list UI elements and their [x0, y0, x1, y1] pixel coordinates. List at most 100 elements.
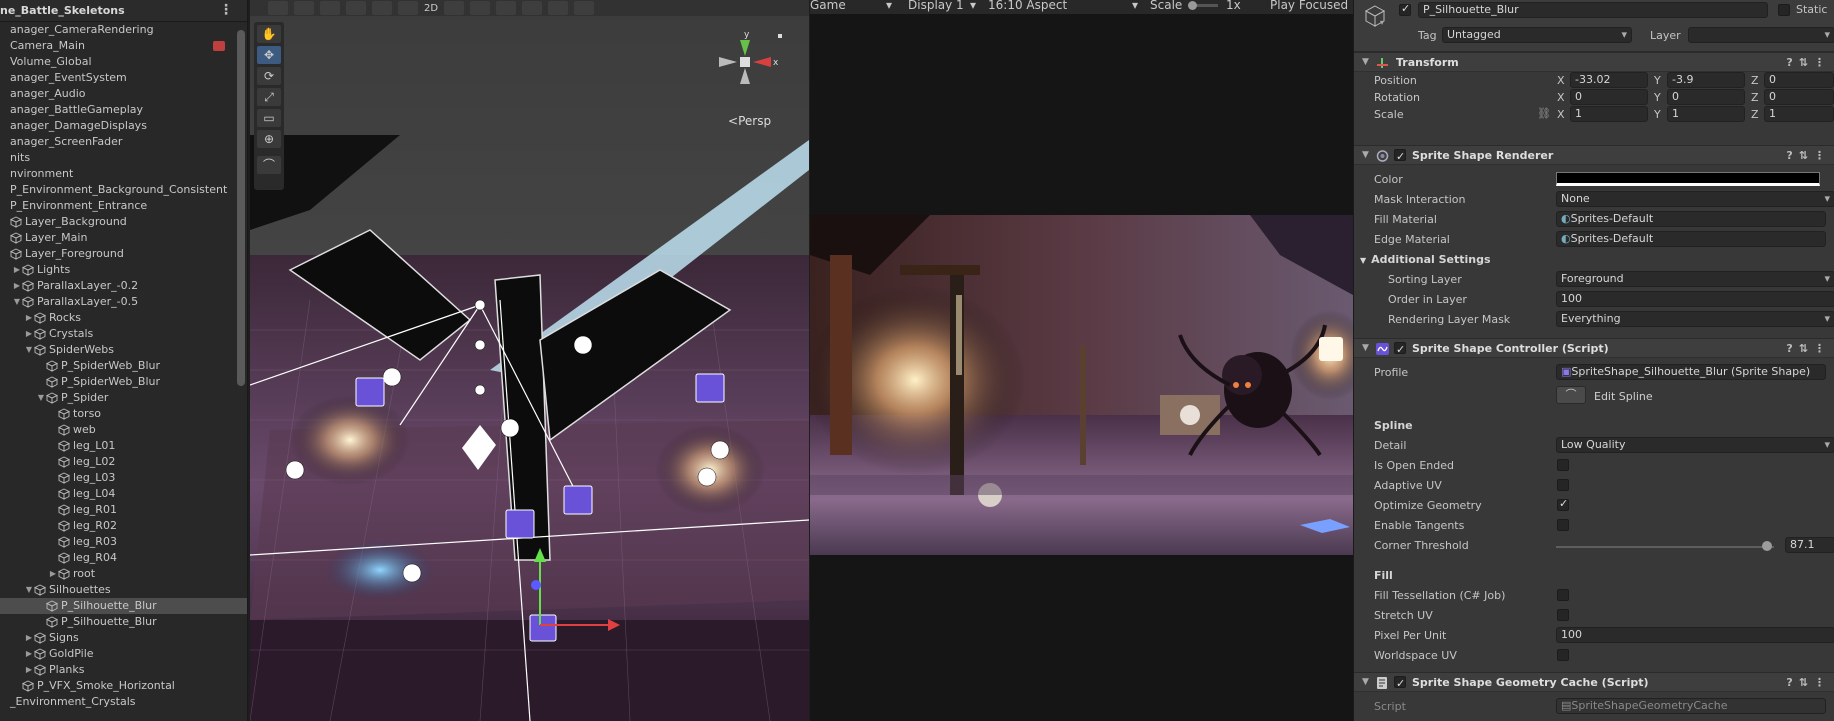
position-y-axis-label[interactable]: Y	[1654, 74, 1661, 87]
hierarchy-item[interactable]: P_Environment_Background_Consistent	[0, 182, 247, 198]
kebab-menu-icon[interactable]: ⋮	[219, 2, 233, 18]
hierarchy-item[interactable]: ▶ Lights	[0, 262, 247, 278]
position-z-field[interactable]: 0	[1764, 72, 1834, 88]
hierarchy-item[interactable]: anager_ScreenFader	[0, 134, 247, 150]
geometry-cache-header[interactable]: ▼ Sprite Shape Geometry Cache (Script) ?…	[1354, 672, 1834, 693]
hierarchy-item[interactable]: leg_L03	[0, 470, 247, 486]
hierarchy-item[interactable]: Volume_Global	[0, 54, 247, 70]
enable-tangents-checkbox[interactable]	[1557, 519, 1569, 531]
hierarchy-item[interactable]: anager_Audio	[0, 86, 247, 102]
hierarchy-item[interactable]: ▶ Crystals	[0, 326, 247, 342]
camera-gizmo-icon[interactable]	[213, 41, 225, 51]
scale-x-axis-label[interactable]: X	[1557, 108, 1565, 121]
layer-dropdown[interactable]	[1688, 27, 1834, 43]
color-swatch[interactable]	[1556, 172, 1820, 186]
hierarchy-item[interactable]: anager_EventSystem	[0, 70, 247, 86]
detail-dropdown[interactable]: Low Quality	[1556, 437, 1834, 453]
visibility-toggle-button[interactable]	[522, 1, 543, 15]
scale-y-field[interactable]: 1	[1667, 106, 1745, 122]
additional-settings-foldout[interactable]: ▼ Additional Settings	[1360, 253, 1491, 266]
hierarchy-item[interactable]: Layer_Foreground	[0, 246, 247, 262]
game-render[interactable]	[810, 215, 1353, 555]
shading-button[interactable]	[398, 1, 418, 15]
hierarchy-item[interactable]: leg_L02	[0, 454, 247, 470]
hierarchy-item[interactable]: leg_R04	[0, 550, 247, 566]
spline-edit-tool-icon[interactable]: ⌒	[257, 156, 281, 174]
sorting-layer-dropdown[interactable]: Foreground	[1556, 271, 1834, 287]
hierarchy-item[interactable]: anager_CameraRendering	[0, 22, 247, 38]
rect-tool-icon[interactable]: ▭	[257, 109, 281, 127]
hierarchy-item[interactable]: ▶ GoldPile	[0, 646, 247, 662]
hierarchy-item[interactable]: ▼ P_Spider	[0, 390, 247, 406]
game-tab-chevron-icon[interactable]: ▾	[886, 0, 892, 12]
mask-interaction-dropdown[interactable]: None	[1556, 191, 1834, 207]
hierarchy-item[interactable]: P_Silhouette_Blur	[0, 598, 247, 614]
hierarchy-item[interactable]: torso	[0, 406, 247, 422]
hierarchy-item[interactable]: P_VFX_Smoke_Horizontal	[0, 678, 247, 694]
collapsed-arrow-icon[interactable]: ▶	[48, 566, 58, 582]
rotation-z-field[interactable]: 0	[1764, 89, 1834, 105]
scene-header[interactable]: ne_Battle_Skeletons ⋮	[0, 0, 247, 22]
corner-threshold-field[interactable]: 87.1	[1785, 537, 1834, 553]
hierarchy-item[interactable]: P_SpiderWeb_Blur	[0, 374, 247, 390]
rotate-tool-icon[interactable]: ⟳	[257, 67, 281, 85]
hierarchy-item[interactable]: nvironment	[0, 166, 247, 182]
worldspace-uv-checkbox[interactable]	[1557, 649, 1569, 661]
hierarchy-scrollbar[interactable]	[237, 30, 245, 386]
hierarchy-item[interactable]: Camera_Main	[0, 38, 247, 54]
cache-menu-icons[interactable]: ?⇅⋮	[1786, 673, 1831, 692]
hierarchy-item[interactable]: Layer_Background	[0, 214, 247, 230]
adaptive-uv-checkbox[interactable]	[1557, 479, 1569, 491]
scene-canvas[interactable]	[250, 0, 809, 721]
draw-mode-button[interactable]	[268, 1, 288, 15]
hierarchy-item[interactable]: nits	[0, 150, 247, 166]
rendering-layer-mask-dropdown[interactable]: Everything	[1556, 311, 1834, 327]
scale-slider-knob[interactable]	[1188, 1, 1197, 10]
position-y-field[interactable]: -3.9	[1667, 72, 1745, 88]
play-focused-dropdown[interactable]: Play Focused	[1270, 0, 1348, 12]
grid-button[interactable]	[372, 1, 392, 15]
hierarchy-item[interactable]: leg_R03	[0, 534, 247, 550]
hierarchy-item[interactable]: leg_L01	[0, 438, 247, 454]
position-x-axis-label[interactable]: X	[1557, 74, 1565, 87]
hierarchy-item[interactable]: Layer_Main	[0, 230, 247, 246]
cache-foldout-icon[interactable]: ▼	[1362, 673, 1369, 692]
gizmo-lock-icon[interactable]	[778, 34, 782, 38]
profile-field[interactable]: ▣SpriteShape_Silhouette_Blur (Sprite Sha…	[1556, 364, 1826, 380]
cache-enabled-checkbox[interactable]	[1394, 674, 1406, 693]
corner-threshold-slider[interactable]	[1556, 546, 1774, 548]
hierarchy-item[interactable]: ▼ SpiderWebs	[0, 342, 247, 358]
collapsed-arrow-icon[interactable]: ▶	[12, 262, 22, 278]
expanded-arrow-icon[interactable]: ▼	[24, 582, 34, 598]
hierarchy-item[interactable]: ▼ Silhouettes	[0, 582, 247, 598]
sprite-shape-controller-header[interactable]: ▼ Sprite Shape Controller (Script) ?⇅⋮	[1354, 338, 1834, 359]
hierarchy-item[interactable]: P_Silhouette_Blur	[0, 614, 247, 630]
transform-tool-icon[interactable]: ⊕	[257, 130, 281, 148]
rotation-y-field[interactable]: 0	[1667, 89, 1745, 105]
collapsed-arrow-icon[interactable]: ▶	[24, 630, 34, 646]
transform-foldout-icon[interactable]: ▼	[1362, 53, 1369, 72]
inspector-options-chevron-icon[interactable]: ▾	[1380, 18, 1384, 27]
hierarchy-item[interactable]: anager_DamageDisplays	[0, 118, 247, 134]
collapsed-arrow-icon[interactable]: ▶	[24, 326, 34, 342]
sprite-shape-renderer-header[interactable]: ▼ Sprite Shape Renderer ?⇅⋮	[1354, 145, 1834, 166]
order-in-layer-field[interactable]: 100	[1556, 291, 1834, 307]
hierarchy-item[interactable]: ▶ Planks	[0, 662, 247, 678]
hierarchy-item[interactable]: ▶ Rocks	[0, 310, 247, 326]
corner-threshold-knob[interactable]	[1762, 541, 1773, 551]
hierarchy-item[interactable]: web	[0, 422, 247, 438]
position-x-field[interactable]: -33.02	[1570, 72, 1648, 88]
move-tool-icon[interactable]: ✥	[257, 46, 281, 64]
toggle-2d-button[interactable]: 2D	[424, 3, 438, 14]
controller-foldout-icon[interactable]: ▼	[1362, 339, 1369, 358]
hierarchy-item[interactable]: P_Environment_Entrance	[0, 198, 247, 214]
render-mode-button[interactable]	[294, 1, 314, 15]
edit-spline-button[interactable]: ⌒	[1556, 386, 1586, 404]
lighting-toggle-button[interactable]	[444, 1, 465, 15]
static-checkbox[interactable]	[1778, 4, 1790, 16]
expanded-arrow-icon[interactable]: ▼	[12, 294, 22, 310]
display-dropdown[interactable]: Display 1	[908, 0, 964, 12]
collapsed-arrow-icon[interactable]: ▶	[12, 278, 22, 294]
rotation-x-axis-label[interactable]: X	[1557, 91, 1565, 104]
hand-tool-icon[interactable]: ✋	[257, 25, 281, 43]
